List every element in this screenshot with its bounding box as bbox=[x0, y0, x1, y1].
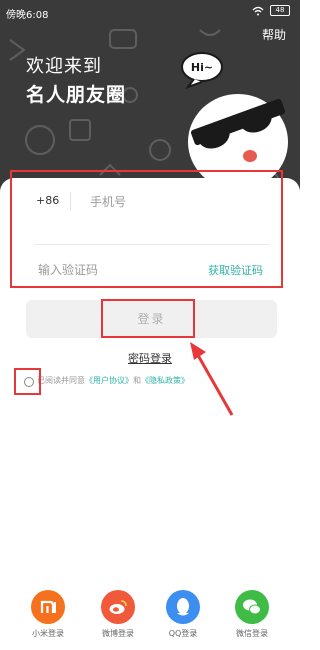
annotation-box-inputs bbox=[10, 170, 283, 288]
qq-icon[interactable] bbox=[166, 590, 200, 624]
qq-login[interactable]: QQ登录 bbox=[153, 590, 213, 639]
annotation-box-checkbox bbox=[14, 368, 41, 395]
agreement-prefix: 已阅读并同意 bbox=[37, 376, 85, 385]
battery-indicator: 48 bbox=[270, 5, 290, 16]
wifi-icon bbox=[252, 6, 264, 15]
wechat-login-label: 微信登录 bbox=[236, 629, 268, 638]
xiaomi-icon[interactable] bbox=[31, 590, 65, 624]
status-bar: 傍晚6:08 48 bbox=[0, 0, 300, 24]
annotation-box-login bbox=[101, 299, 195, 338]
privacy-policy-link[interactable]: 《隐私政策》 bbox=[141, 376, 189, 385]
help-button[interactable]: 帮助 bbox=[262, 26, 286, 43]
xiaomi-login[interactable]: 小米登录 bbox=[18, 590, 78, 639]
mascot-bubble-text: Hi~ bbox=[191, 61, 213, 74]
xiaomi-login-label: 小米登录 bbox=[32, 629, 64, 638]
weibo-login-label: 微博登录 bbox=[102, 629, 134, 638]
agreement-and: 和 bbox=[133, 376, 141, 385]
status-time: 傍晚6:08 bbox=[6, 10, 49, 21]
user-agreement-link[interactable]: 《用户协议》 bbox=[85, 376, 133, 385]
weibo-login[interactable]: 微博登录 bbox=[88, 590, 148, 639]
wechat-icon[interactable] bbox=[235, 590, 269, 624]
weibo-icon[interactable] bbox=[101, 590, 135, 624]
agreement-text: 已阅读并同意《用户协议》和《隐私政策》 bbox=[37, 375, 189, 386]
wechat-login[interactable]: 微信登录 bbox=[222, 590, 282, 639]
qq-login-label: QQ登录 bbox=[168, 629, 198, 638]
password-login-link[interactable]: 密码登录 bbox=[128, 350, 172, 366]
welcome-line2: 名人朋友圈 bbox=[26, 84, 127, 106]
welcome-line1: 欢迎来到 bbox=[26, 56, 102, 77]
